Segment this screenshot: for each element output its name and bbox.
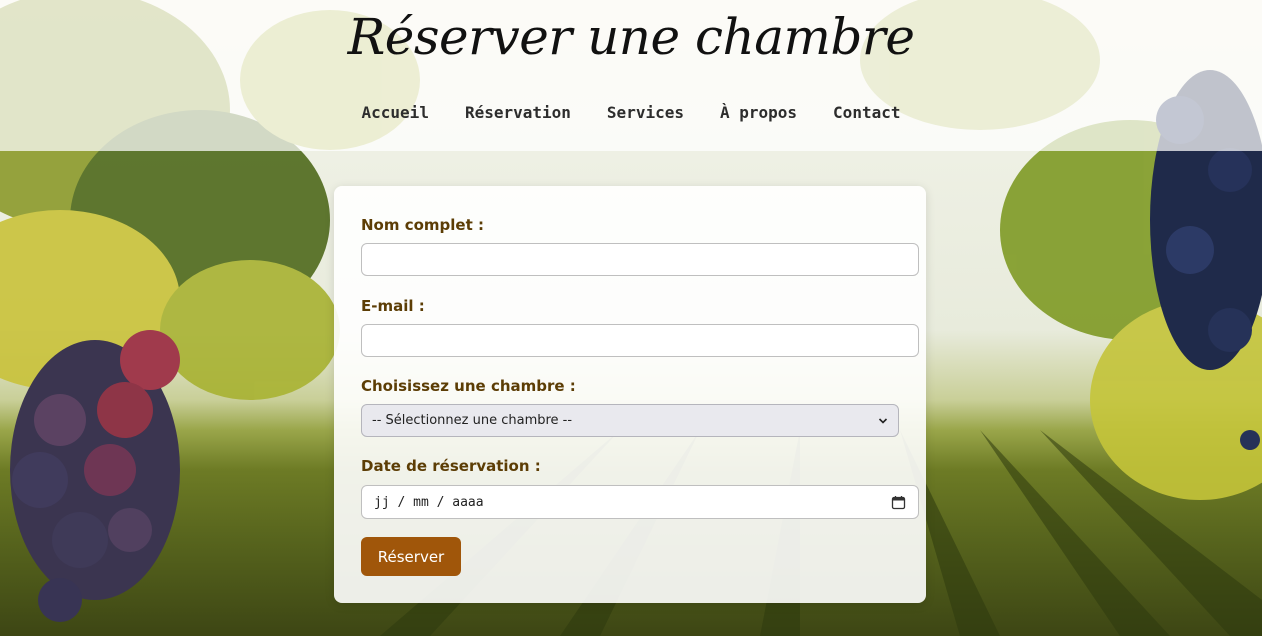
reserve-button[interactable]: Réserver <box>361 537 461 576</box>
chevron-down-icon <box>878 416 888 426</box>
nav-link-services[interactable]: Services <box>607 103 684 122</box>
name-field[interactable] <box>361 243 919 276</box>
main-nav: Accueil Réservation Services À propos Co… <box>0 103 1262 122</box>
name-label: Nom complet : <box>361 216 484 234</box>
reservation-form: Nom complet : E-mail : Choisissez une ch… <box>334 186 926 603</box>
page-title: Réserver une chambre <box>347 8 915 66</box>
site-header: Réserver une chambre Accueil Réservation… <box>0 0 1262 151</box>
email-label: E-mail : <box>361 297 425 315</box>
email-field[interactable] <box>361 324 919 357</box>
date-label: Date de réservation : <box>361 457 541 475</box>
nav-link-accueil[interactable]: Accueil <box>362 103 429 122</box>
date-field[interactable]: jj / mm / aaaa <box>361 485 919 519</box>
nav-link-reservation[interactable]: Réservation <box>465 103 571 122</box>
nav-link-contact[interactable]: Contact <box>833 103 900 122</box>
date-placeholder: jj / mm / aaaa <box>374 494 484 510</box>
room-select-value: -- Sélectionnez une chambre -- <box>372 413 573 428</box>
room-label: Choisissez une chambre : <box>361 377 576 395</box>
nav-link-a-propos[interactable]: À propos <box>720 103 797 122</box>
room-select[interactable]: -- Sélectionnez une chambre -- <box>361 404 899 437</box>
calendar-icon[interactable] <box>891 495 906 510</box>
